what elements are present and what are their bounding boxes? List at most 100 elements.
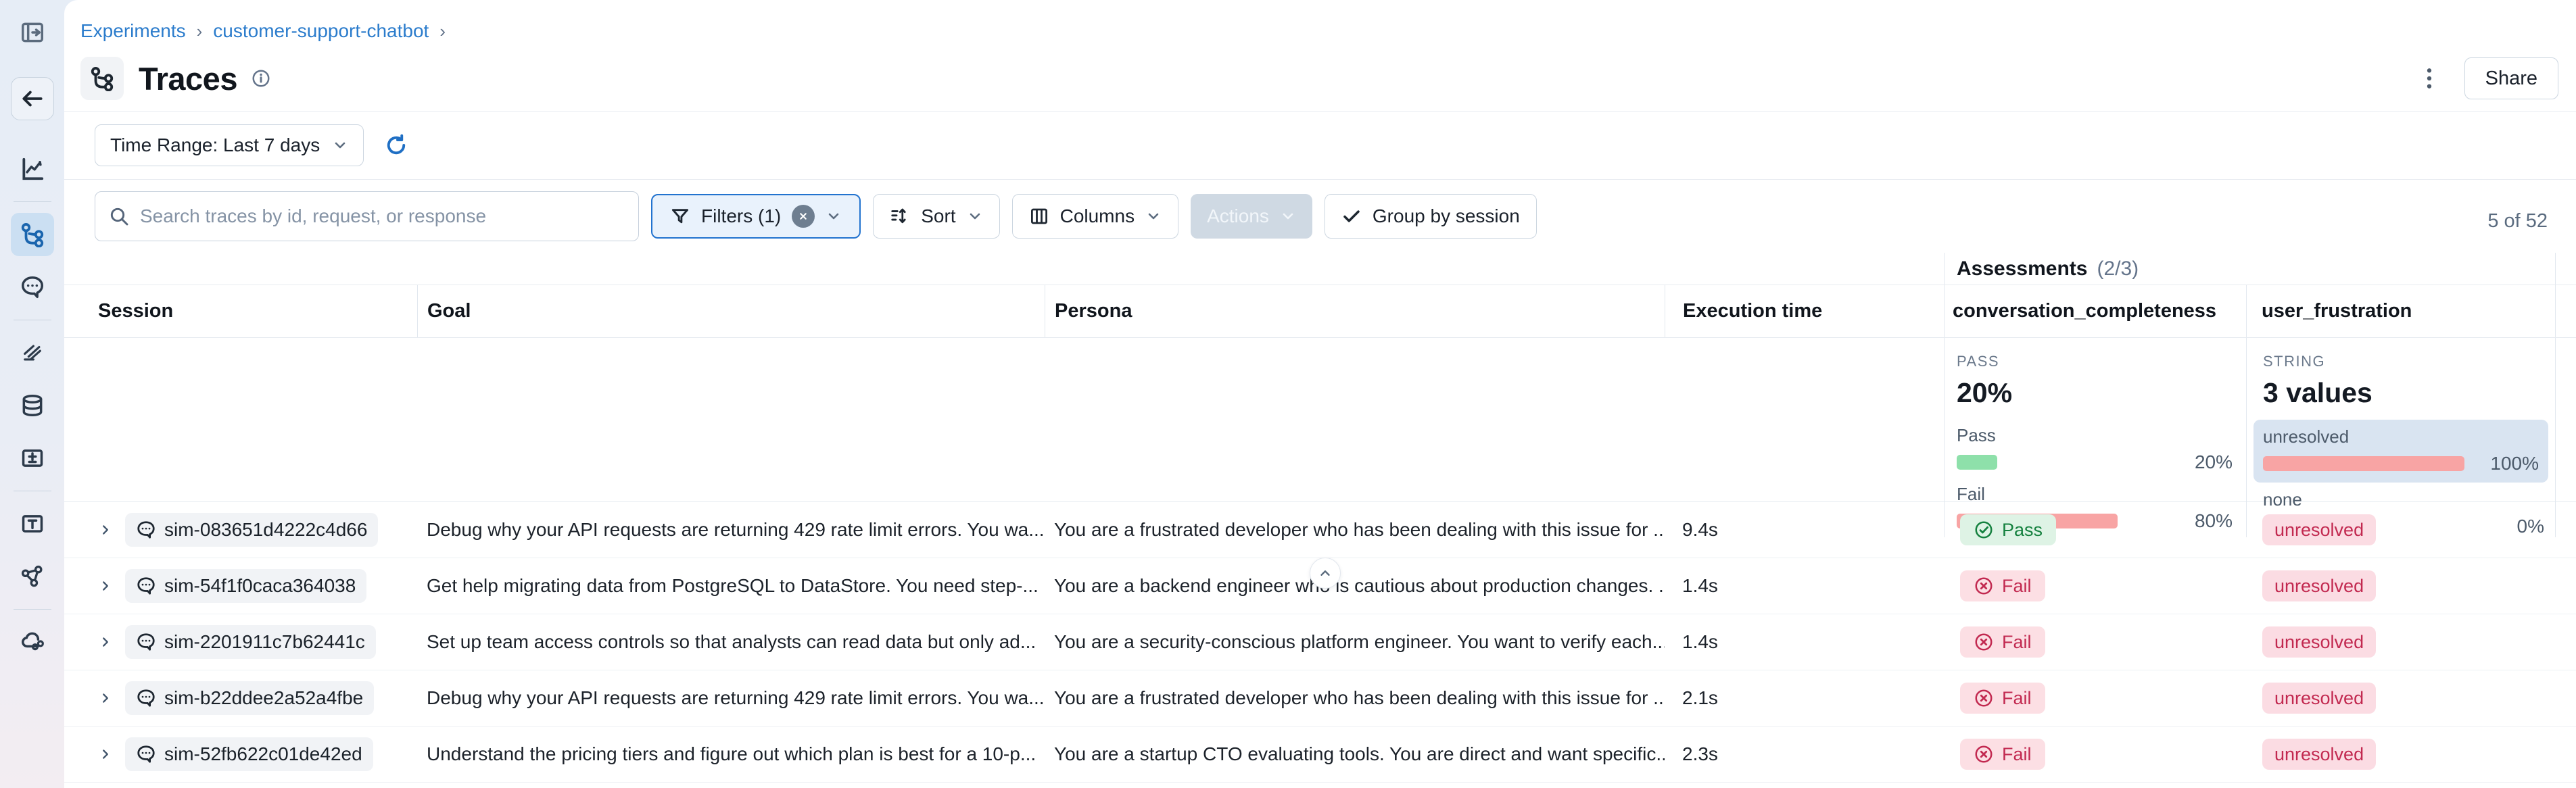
info-icon[interactable] [251, 68, 271, 89]
actions-label: Actions [1207, 205, 1269, 227]
stat-type-label: STRING [2263, 353, 2544, 370]
back-button[interactable] [11, 77, 54, 120]
session-id: sim-52fb622c01de42ed [164, 743, 362, 765]
table-row[interactable]: sim-52fb622c01de42ed Understand the pric… [64, 727, 2576, 783]
columns-label: Columns [1060, 205, 1135, 227]
completeness-badge: Pass [1960, 514, 2056, 545]
session-chat-icon [136, 632, 156, 652]
metrics-chart-icon[interactable] [11, 147, 54, 191]
chevron-down-icon [967, 208, 983, 224]
x-circle-icon [1974, 744, 1994, 764]
session-id-pill[interactable]: sim-083651d4222c4d66 [125, 513, 378, 547]
chevron-down-icon [332, 137, 348, 153]
refresh-icon[interactable] [384, 133, 408, 157]
sidebar-item-evaluators[interactable] [11, 331, 54, 374]
sidebar-item-graph[interactable] [11, 555, 54, 598]
persona-cell: You are a startup CTO evaluating tools. … [1045, 727, 1665, 782]
sidebar-item-experiments[interactable] [11, 437, 54, 480]
execution-time-cell: 1.4s [1665, 614, 1944, 670]
stat-bar-track [2263, 456, 2464, 471]
group-by-session-toggle[interactable]: Group by session [1325, 194, 1537, 239]
chevron-up-icon [1318, 566, 1333, 581]
kebab-menu-icon[interactable] [2412, 61, 2447, 96]
sidebar-item-integrations[interactable] [11, 620, 54, 664]
expand-row-icon[interactable] [98, 635, 113, 649]
frustration-badge: unresolved [2262, 626, 2376, 658]
goal-cell: Debug why your API requests are returnin… [417, 502, 1045, 558]
stat-summary-value: 20% [1957, 377, 2233, 409]
sidebar-item-datasets[interactable] [11, 384, 54, 427]
expand-row-icon[interactable] [98, 522, 113, 537]
search-input[interactable] [95, 191, 639, 241]
filters-button[interactable]: Filters (1) [651, 194, 861, 239]
assessments-group-row: Assessments (2/3) [64, 253, 2576, 285]
persona-cell: You are a frustrated developer who has b… [1045, 502, 1665, 558]
breadcrumb-link-project[interactable]: customer-support-chatbot [213, 20, 429, 42]
actions-button[interactable]: Actions [1191, 194, 1312, 239]
column-header-user-frustration[interactable]: user_frustration [2246, 285, 2556, 337]
session-id-pill[interactable]: sim-54f1f0caca364038 [125, 569, 366, 603]
sidebar-item-sessions[interactable] [11, 266, 54, 309]
column-header-execution-time[interactable]: Execution time [1665, 285, 1944, 337]
sidebar-item-playground[interactable] [11, 502, 54, 545]
session-id: sim-2201911c7b62441c [164, 631, 365, 653]
collapse-stats-button[interactable] [1310, 558, 1341, 589]
session-id-pill[interactable]: sim-2201911c7b62441c [125, 625, 376, 659]
funnel-icon [670, 206, 690, 226]
breadcrumb-link-experiments[interactable]: Experiments [80, 20, 186, 42]
persona-cell: You are a frustrated developer who has b… [1045, 670, 1665, 726]
session-id-pill[interactable]: sim-52fb622c01de42ed [125, 737, 373, 771]
execution-time-cell: 2.1s [1665, 670, 1944, 726]
stat-value-row-pass[interactable]: Pass 20% [1957, 425, 2233, 473]
x-circle-icon [1974, 688, 1994, 708]
column-header-goal[interactable]: Goal [417, 285, 1045, 337]
session-chat-icon [136, 520, 156, 540]
stat-value-pct: 20% [2168, 451, 2233, 473]
column-header-session[interactable]: Session [64, 285, 417, 337]
row-count-label: 5 of 52 [2487, 210, 2562, 232]
completeness-badge: Fail [1960, 739, 2045, 770]
column-header-conversation-completeness[interactable]: conversation_completeness [1944, 285, 2246, 337]
frustration-badge: unresolved [2262, 739, 2376, 770]
time-range-label: Time Range: Last 7 days [110, 134, 320, 156]
goal-cell: Debug why your API requests are returnin… [417, 670, 1045, 726]
stat-value-row-unresolved[interactable]: unresolved 100% [2253, 420, 2548, 483]
table-row[interactable]: sim-083651d4222c4d66 Debug why your API … [64, 502, 2576, 558]
stat-bar-unresolved [2263, 456, 2464, 471]
execution-time-cell: 9.4s [1665, 502, 1944, 558]
goal-cell: Understand the pricing tiers and figure … [417, 727, 1045, 782]
table-row[interactable]: sim-2201911c7b62441c Set up team access … [64, 614, 2576, 670]
clear-filters-icon[interactable] [792, 205, 815, 228]
column-header-persona[interactable]: Persona [1045, 285, 1665, 337]
session-id-pill[interactable]: sim-b22ddee2a52a4fbe [125, 681, 374, 715]
stat-value-pct: 100% [2474, 453, 2539, 474]
x-circle-icon [1974, 576, 1994, 596]
sidebar-divider [14, 609, 51, 610]
expand-row-icon[interactable] [98, 691, 113, 706]
columns-button[interactable]: Columns [1012, 194, 1178, 239]
table-row[interactable]: sim-b22ddee2a52a4fbe Debug why your API … [64, 670, 2576, 727]
assessments-stats-row: PASS 20% Pass 20% Fail [64, 338, 2576, 502]
left-sidebar [0, 0, 64, 788]
completeness-badge: Fail [1960, 626, 2045, 658]
persona-cell: You are a backend engineer who is cautio… [1045, 558, 1665, 614]
toolbar: Filters (1) Sort Columns Actions Group b [64, 180, 2576, 253]
expand-row-icon[interactable] [98, 747, 113, 762]
sort-button[interactable]: Sort [873, 194, 999, 239]
check-circle-icon [1974, 520, 1994, 540]
chevron-down-icon [1145, 208, 1162, 224]
completeness-badge: Fail [1960, 683, 2045, 714]
frustration-badge: unresolved [2262, 683, 2376, 714]
panel-toggle-icon[interactable] [11, 11, 54, 54]
time-range-dropdown[interactable]: Time Range: Last 7 days [95, 124, 364, 166]
session-chat-icon [136, 576, 156, 596]
sidebar-item-traces[interactable] [11, 213, 54, 256]
assessments-count: (2/3) [2097, 257, 2139, 280]
expand-row-icon[interactable] [98, 578, 113, 593]
chevron-down-icon [826, 208, 842, 224]
group-by-session-label: Group by session [1373, 205, 1520, 227]
columns-icon [1029, 206, 1049, 226]
share-button[interactable]: Share [2464, 57, 2558, 99]
execution-time-cell: 1.4s [1665, 558, 1944, 614]
goal-cell: Get help migrating data from PostgreSQL … [417, 558, 1045, 614]
